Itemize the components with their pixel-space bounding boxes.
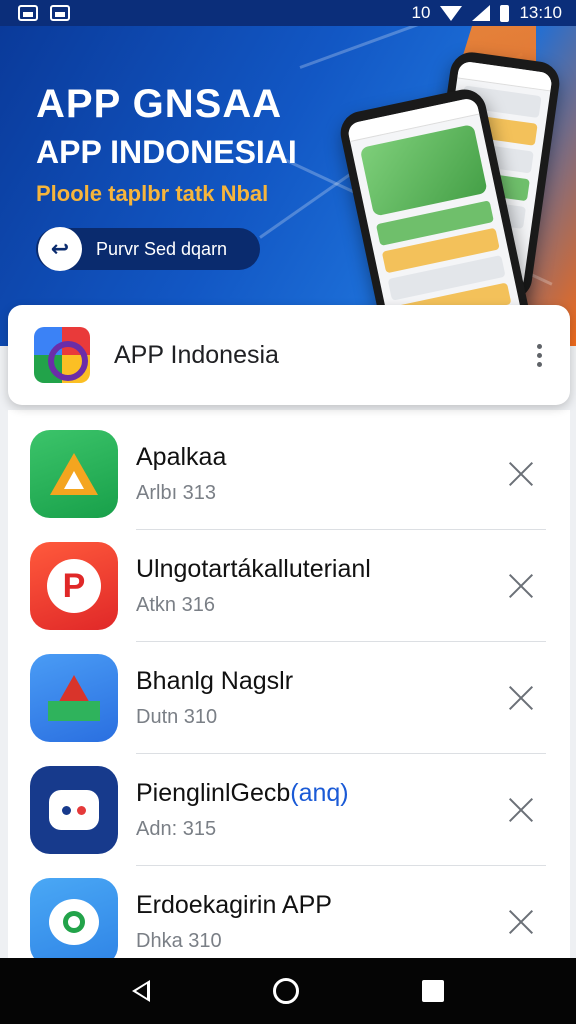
back-icon[interactable] <box>131 980 150 1002</box>
app-name: PienglinlGecb(anq) <box>136 779 349 807</box>
promo-banner[interactable]: APP GNSAA APP INDONESIAI Ploole taplbr t… <box>0 26 576 346</box>
app-name: Apalkaa <box>136 443 227 471</box>
image-icon <box>50 5 70 21</box>
app-name-accent: (anq) <box>290 779 349 807</box>
status-bar: 10 13:10 <box>0 0 576 26</box>
banner-title: APP GNSAA <box>36 82 283 126</box>
list-item[interactable]: P Ulngotartákalluterianl Atkn 316 <box>8 530 570 642</box>
banner-subtitle: Ploole taplbr tatk Nbal <box>36 181 269 206</box>
close-icon[interactable] <box>508 908 536 936</box>
system-nav-bar <box>0 958 576 1024</box>
status-time: 13:10 <box>519 3 562 22</box>
app-logo-icon <box>34 327 90 383</box>
app-meta: Dhka 310 <box>136 930 222 952</box>
red-p-icon: P <box>30 542 118 630</box>
app-meta: Arlbı 313 <box>136 482 217 504</box>
app-name: Bhanlg Nagslr <box>136 667 294 695</box>
list-item[interactable]: PienglinlGecb(anq) Adn: 315 <box>8 754 570 866</box>
gallery-icon <box>18 5 38 21</box>
more-options-icon[interactable] <box>531 338 548 373</box>
battery-icon <box>500 4 510 22</box>
close-icon[interactable] <box>508 796 536 824</box>
list-item[interactable]: Apalkaa Arlbı 313 <box>8 418 570 530</box>
chat-bubble-icon <box>30 766 118 854</box>
close-icon[interactable] <box>508 684 536 712</box>
green-triangle-icon <box>30 430 118 518</box>
close-icon[interactable] <box>508 572 536 600</box>
app-meta: Dutn 310 <box>136 706 218 728</box>
banner-title-secondary: APP INDONESIAI <box>36 134 297 170</box>
green-bubble-icon <box>30 878 118 966</box>
app-meta: Atkn 316 <box>136 594 215 616</box>
list-item[interactable]: Bhanlg Nagslr Dutn 310 <box>8 642 570 754</box>
app-name: Erdoekagirin APP <box>136 891 332 919</box>
signal-icon <box>472 5 491 21</box>
banner-cta-label: Purvr Sed dqarn <box>96 238 228 259</box>
wifi-icon <box>440 5 463 21</box>
banner-cta-button[interactable]: ↩ Purvr Sed dqarn <box>36 227 260 271</box>
app-header-card[interactable]: APP Indonesia <box>8 305 570 405</box>
app-name: Ulngotartákalluterianl <box>136 555 371 583</box>
home-icon[interactable] <box>272 978 299 1004</box>
app-title: APP Indonesia <box>114 340 279 369</box>
app-meta: Adn: 315 <box>136 818 217 840</box>
recent-apps-icon[interactable] <box>422 980 445 1002</box>
arrow-icon: ↩ <box>38 227 82 271</box>
blue-triangle-icon <box>30 654 118 742</box>
network-label: 10 <box>411 3 431 22</box>
close-icon[interactable] <box>508 460 536 488</box>
app-list: Apalkaa Arlbı 313 P Ulngotartákalluteria… <box>8 410 570 970</box>
